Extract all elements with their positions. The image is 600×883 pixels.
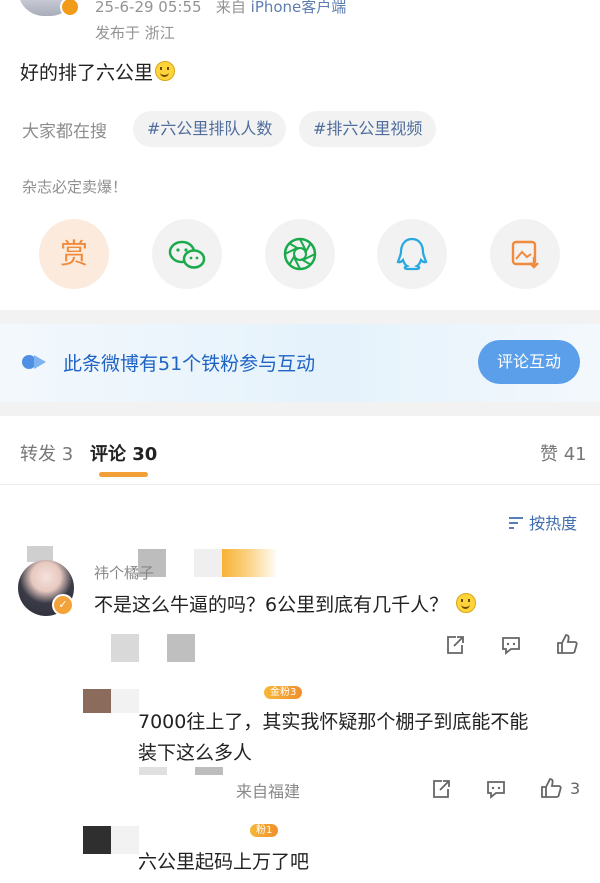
- tab-repost[interactable]: 转发 3: [20, 440, 73, 466]
- redacted-block: [111, 689, 139, 713]
- post-time: 25-6-29 05:55: [95, 0, 202, 16]
- fan-badge-label: 金粉3: [264, 686, 303, 699]
- sort-label: 按热度: [529, 514, 578, 533]
- share-icon[interactable]: [444, 634, 466, 656]
- reward-button[interactable]: 赏: [39, 219, 109, 289]
- post-location: 发布于 浙江: [95, 24, 175, 42]
- redacted-block: [111, 826, 139, 854]
- reply-location: 来自福建: [236, 782, 301, 801]
- fan-badge: 粉1: [250, 818, 279, 837]
- smirk-emoji-icon: [456, 593, 477, 613]
- reply-text-line1: 六公里起码上万了吧: [138, 851, 310, 873]
- commenter-username[interactable]: 祎个橘子: [94, 562, 154, 583]
- post-meta: 25-6-29 05:55 来自 iPhone客户端: [95, 0, 346, 17]
- section-divider: [0, 310, 600, 324]
- comment-body: 不是这么牛逼的吗？6公里到底有几千人？: [94, 594, 449, 616]
- section-divider-2: [0, 402, 600, 416]
- reply-text-line2: 装下这么多人: [138, 742, 253, 764]
- reply-avatar[interactable]: [83, 826, 111, 854]
- verified-badge-icon: [60, 0, 80, 17]
- qq-icon: [396, 237, 428, 271]
- share-qq-button[interactable]: [377, 219, 447, 289]
- fans-banner-text: 此条微博有51个铁粉参与互动: [63, 353, 316, 375]
- post-from-label: 来自: [215, 0, 246, 16]
- reward-icon: 赏: [59, 237, 88, 270]
- share-moments-button[interactable]: [265, 219, 335, 289]
- tab-divider: [0, 484, 600, 485]
- smile-emoji-icon: [155, 61, 176, 81]
- share-wechat-button[interactable]: [152, 219, 222, 289]
- reply-text-line1: 7000往上了，其实我怀疑那个棚子到底能不能: [138, 711, 529, 733]
- comment-interact-button[interactable]: 评论互动: [478, 340, 580, 384]
- save-image-icon: [511, 240, 539, 269]
- comment-text: 不是这么牛逼的吗？6公里到底有几千人？: [94, 590, 477, 617]
- search-chip-queue-video[interactable]: #排六公里视频: [299, 111, 437, 147]
- fan-badge-label: 粉1: [250, 824, 279, 837]
- vip-badge-icon: ✓: [52, 594, 74, 616]
- tab-comments[interactable]: 评论 30: [90, 440, 157, 466]
- like-icon[interactable]: [555, 632, 579, 656]
- redacted-block: [194, 549, 222, 577]
- reply-like-icon[interactable]: [539, 776, 563, 800]
- post-source: iPhone客户端: [250, 0, 347, 16]
- active-tab-indicator: [99, 472, 148, 477]
- reply-share-icon[interactable]: [430, 778, 452, 800]
- reward-caption: 杂志必定卖爆！: [22, 178, 128, 196]
- moments-icon: [283, 237, 317, 271]
- trending-search-label: 大家都在搜: [22, 122, 107, 142]
- reply-like-count: 3: [570, 779, 581, 798]
- fans-interaction-icon: [22, 355, 46, 369]
- wechat-icon: [168, 240, 206, 269]
- save-image-button[interactable]: [490, 219, 560, 289]
- redacted-block: [111, 634, 139, 662]
- comment-icon[interactable]: [500, 634, 522, 656]
- sort-button[interactable]: 按热度: [508, 510, 577, 534]
- redacted-block: [139, 767, 167, 775]
- post-text: 好的排了六公里: [20, 62, 154, 84]
- post-content: 好的排了六公里: [20, 58, 176, 85]
- search-chip-queue-count[interactable]: #六公里排队人数: [133, 111, 287, 147]
- reply-avatar[interactable]: [83, 689, 111, 713]
- fan-badge: 金粉3: [264, 680, 303, 699]
- redacted-block: [195, 767, 223, 775]
- tab-likes[interactable]: 赞 41: [540, 440, 587, 466]
- sort-icon: [509, 517, 523, 529]
- reply-comment-icon[interactable]: [485, 778, 507, 800]
- redacted-block: [167, 634, 195, 662]
- redacted-block: [222, 549, 278, 577]
